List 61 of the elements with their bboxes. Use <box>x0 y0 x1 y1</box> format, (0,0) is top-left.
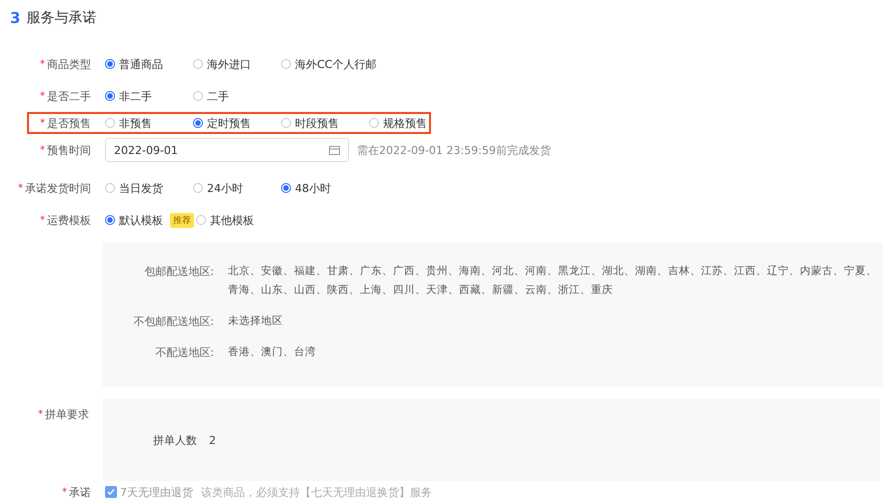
date-field[interactable]: 2022-09-01 <box>105 138 349 162</box>
radio-icon <box>105 118 115 128</box>
radio-icon <box>105 215 115 225</box>
radio-option[interactable]: 24小时 <box>193 180 279 196</box>
required-mark: * <box>18 182 23 194</box>
radio-icon <box>105 183 115 193</box>
group-value: 2 <box>209 434 216 446</box>
radio-option[interactable]: 48小时 <box>281 180 367 196</box>
radio-option[interactable]: 非预售 <box>105 116 191 130</box>
checkbox[interactable] <box>105 486 117 498</box>
radio-icon <box>193 91 203 101</box>
required-mark: * <box>40 144 45 156</box>
field-label: 是否二手 <box>47 88 91 104</box>
radio-option[interactable]: 海外进口 <box>193 56 279 72</box>
field-label: 运费模板 <box>47 212 91 228</box>
field-label: 商品类型 <box>47 56 91 72</box>
region-value: 香港、澳门、台湾 <box>228 345 316 360</box>
radio-option[interactable]: 二手 <box>193 88 279 104</box>
radio-option[interactable]: 海外CC个人行邮 <box>281 56 376 72</box>
required-mark: * <box>40 118 45 128</box>
radio-option[interactable]: 普通商品 <box>105 56 191 72</box>
radio-icon <box>193 118 203 128</box>
radio-icon <box>281 59 291 69</box>
checkbox-label: 7天无理由退货 <box>120 484 193 500</box>
radio-icon <box>193 59 203 69</box>
region-label: 不包邮配送地区: <box>132 314 214 330</box>
note-text: 该类商品，必须支持【七天无理由退换货】服务 <box>201 484 432 500</box>
radio-icon <box>196 215 206 225</box>
field-label: 承诺发货时间 <box>25 180 91 196</box>
recommend-tag: 推荐 <box>170 212 194 228</box>
field-label: 是否预售 <box>47 116 91 130</box>
field-label: 预售时间 <box>47 142 91 158</box>
field-label: 拼单要求 <box>45 407 89 422</box>
radio-option[interactable]: 定时预售 <box>193 116 279 130</box>
radio-icon <box>281 183 291 193</box>
group-label: 拼单人数 <box>153 432 197 448</box>
required-mark: * <box>40 90 45 102</box>
region-label: 包邮配送地区: <box>143 264 214 280</box>
region-value: 未选择地区 <box>228 314 283 329</box>
region-label: 不配送地区: <box>154 345 214 361</box>
section-title: 服务与承诺 <box>26 9 96 27</box>
required-mark: * <box>38 409 43 420</box>
region-value: 北京、安徽、福建、甘肃、广东、广西、贵州、海南、河北、河南、黑龙江、湖北、湖南、吉林、江苏、江西、辽宁、内蒙古、宁夏、青海、山东、山西、陕西、上海、四川、天津、西藏、新疆、云南、浙江、重庆 <box>228 264 878 298</box>
required-mark: * <box>40 214 45 226</box>
radio-option[interactable]: 其他模板 <box>196 212 282 228</box>
radio-icon <box>105 59 115 69</box>
calendar-icon <box>329 145 340 155</box>
radio-icon <box>281 118 291 128</box>
hint-text: 需在2022-09-01 23:59:59前完成发货 <box>357 142 551 158</box>
radio-option[interactable]: 规格预售 <box>369 116 455 130</box>
radio-icon <box>193 183 203 193</box>
field-label: 承诺 <box>69 484 91 500</box>
section-number: 3 <box>10 9 20 27</box>
radio-option[interactable]: 当日发货 <box>105 180 191 196</box>
radio-option[interactable]: 时段预售 <box>281 116 367 130</box>
radio-icon <box>105 91 115 101</box>
required-mark: * <box>62 486 67 498</box>
radio-icon <box>369 118 379 128</box>
radio-option[interactable]: 默认模板 推荐 <box>105 212 194 228</box>
radio-option[interactable]: 非二手 <box>105 88 191 104</box>
required-mark: * <box>40 58 45 70</box>
